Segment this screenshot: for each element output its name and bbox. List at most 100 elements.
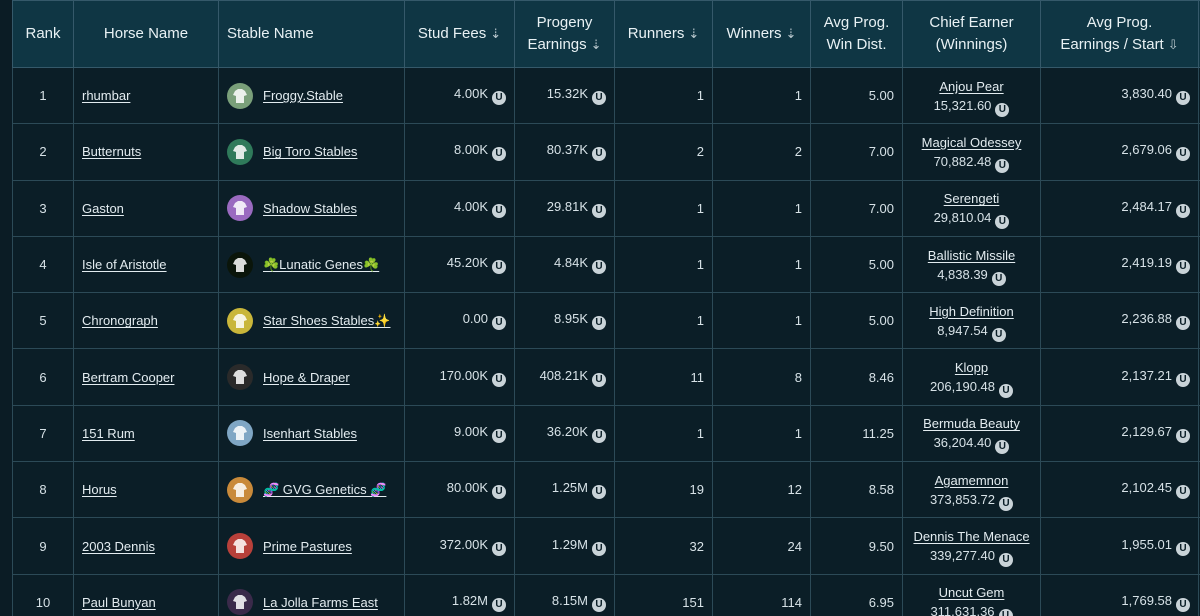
stud-fees-cell: 45.20K U [404,235,515,294]
coin-icon: U [492,597,506,612]
horse-link[interactable]: Isle of Aristotle [82,257,167,272]
horse-cell: Bertram Cooper [73,348,219,406]
runners-cell: 32 [614,517,713,575]
coin-icon: U [1176,428,1190,443]
header-runners[interactable]: Runners ⇣ [614,0,713,68]
coin-icon: U [1176,372,1190,387]
winners-cell: 8 [712,348,811,406]
chief-earner-cell: Magical Odessey 70,882.48 U [902,123,1041,181]
header-chief-earner[interactable]: Chief Earner (Winnings) [902,0,1041,68]
stable-link[interactable]: Froggy.Stable [263,88,343,103]
rank-cell: 8 [12,461,74,519]
stable-cell: Prime Pastures [218,517,405,575]
coin-icon: U [592,428,606,443]
runners-cell: 1 [614,404,713,463]
horse-cell: 2003 Dennis [73,517,219,575]
stable-link[interactable]: ☘️Lunatic Genes☘️ [263,257,379,273]
stable-link[interactable]: Isenhart Stables [263,426,357,441]
chief-earner-winnings: 4,838.39 [937,266,988,282]
stable-link[interactable]: Shadow Stables [263,201,357,216]
horse-cell: Horus [73,461,219,519]
coin-icon: U [1176,541,1190,556]
chief-earner-link[interactable]: Anjou Pear [939,79,1003,94]
stable-link[interactable]: Prime Pastures [263,539,352,554]
chief-earner-link[interactable]: Bermuda Beauty [923,416,1020,431]
horse-link[interactable]: Chronograph [82,313,158,328]
header-progeny-earnings[interactable]: Progeny Earnings ⇣ [514,0,615,68]
header-winners[interactable]: Winners ⇣ [712,0,811,68]
sort-desc-icon[interactable]: ⇩ [1168,37,1179,52]
coin-icon: U [492,316,506,331]
sort-icon[interactable]: ⇣ [688,26,699,41]
horse-link[interactable]: Butternuts [82,144,141,159]
horse-link[interactable]: rhumbar [82,88,130,103]
chief-earner-link[interactable]: Ballistic Missile [928,248,1015,263]
stable-link[interactable]: La Jolla Farms East [263,595,378,610]
header-stud-fees[interactable]: Stud Fees ⇣ [404,0,515,68]
chief-earner-link[interactable]: High Definition [929,304,1014,319]
chief-earner-link[interactable]: Uncut Gem [939,585,1005,600]
avg-earnings-start-cell: 2,236.88 U [1040,292,1199,350]
stable-link[interactable]: Star Shoes Stables✨ [263,313,390,329]
stud-fees-cell: 4.00K U [404,179,515,237]
table-row: 2 Butternuts Big Toro Stables 8.00K U 80.… [12,123,1200,181]
progeny-earnings-cell: 29.81K U [514,179,615,237]
progeny-earnings-cell: 8.95K U [514,292,615,350]
runners-cell: 1 [614,66,713,125]
runners-cell: 19 [614,461,713,519]
chief-earner-link[interactable]: Agamemnon [935,473,1009,488]
chief-earner-link[interactable]: Serengeti [944,191,1000,206]
runners-cell: 1 [614,292,713,350]
win-dist-cell: 5.00 [810,66,903,125]
sort-icon[interactable]: ⇣ [490,26,501,41]
horse-link[interactable]: 2003 Dennis [82,539,155,554]
coin-icon: U [995,215,1010,230]
horse-link[interactable]: Paul Bunyan [82,595,156,610]
coin-icon: U [492,428,506,443]
horse-link[interactable]: 151 Rum [82,426,135,441]
table-row: 8 Horus 🧬 GVG Genetics 🧬 80.00K U 1.25M U … [12,461,1200,519]
coin-icon: U [1176,485,1190,500]
rank-cell: 4 [12,235,74,294]
avg-earnings-start-cell: 2,419.19 U [1040,235,1199,294]
winners-cell: 2 [712,123,811,181]
header-avg-earnings-start[interactable]: Avg Prog. Earnings / Start ⇩ [1040,0,1199,68]
header-row: Rank Horse Name Stable Name Stud Fees ⇣ P… [12,0,1200,68]
coin-icon: U [592,372,606,387]
horse-link[interactable]: Horus [82,482,117,497]
chief-earner-link[interactable]: Dennis The Menace [913,529,1029,544]
chief-earner-winnings: 70,882.48 [933,153,992,169]
chief-earner-cell: High Definition 8,947.54 U [902,292,1041,350]
horse-link[interactable]: Bertram Cooper [82,370,174,385]
avg-earnings-start-cell: 2,484.17 U [1040,179,1199,237]
chief-earner-winnings: 373,853.72 [929,491,996,507]
win-dist-cell: 6.95 [810,573,903,616]
runners-cell: 151 [614,573,713,616]
coin-icon: U [592,541,606,556]
chief-earner-link[interactable]: Klopp [955,360,988,375]
coin-icon: U [492,260,506,275]
table-row: 5 Chronograph Star Shoes Stables✨ 0.00 U … [12,292,1200,350]
stable-link[interactable]: Hope & Draper [263,370,350,385]
stable-silks-avatar [227,589,253,616]
coin-icon: U [592,203,606,218]
winners-cell: 1 [712,292,811,350]
coin-icon: U [995,440,1010,455]
stud-fees-cell: 8.00K U [404,123,515,181]
chief-earner-link[interactable]: Magical Odessey [922,135,1022,150]
stable-link[interactable]: Big Toro Stables [263,144,357,159]
progeny-earnings-cell: 1.29M U [514,517,615,575]
sort-icon[interactable]: ⇣ [786,26,797,41]
rank-cell: 6 [12,348,74,406]
header-stable-name[interactable]: Stable Name [218,0,405,68]
header-horse-name[interactable]: Horse Name [73,0,219,68]
sort-icon[interactable]: ⇣ [591,37,602,52]
winners-cell: 1 [712,179,811,237]
header-avg-win-dist[interactable]: Avg Prog. Win Dist. [810,0,903,68]
chief-earner-winnings: 339,277.40 [929,548,996,564]
horse-link[interactable]: Gaston [82,201,124,216]
header-rank[interactable]: Rank [12,0,74,68]
stable-link[interactable]: 🧬 GVG Genetics 🧬 [263,482,386,498]
coin-icon: U [592,597,606,612]
horse-cell: 151 Rum [73,404,219,463]
